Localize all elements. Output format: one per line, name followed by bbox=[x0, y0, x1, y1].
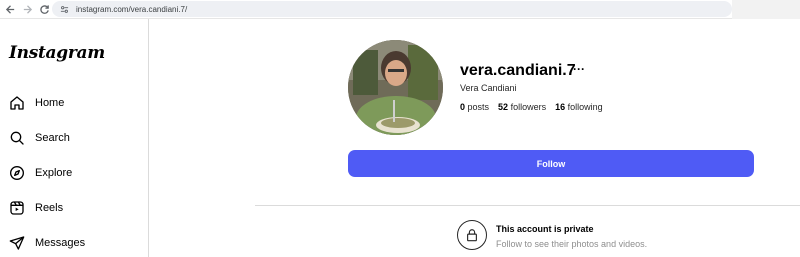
sidebar-item-label: Explore bbox=[35, 167, 73, 179]
followers-stat[interactable]: 52 followers bbox=[498, 102, 546, 112]
address-url: instagram.com/vera.candiani.7/ bbox=[76, 4, 188, 14]
profile-stats: 0 posts 52 followers 16 following bbox=[460, 102, 612, 112]
browser-extension-area bbox=[732, 0, 800, 19]
reels-icon bbox=[9, 200, 25, 216]
followers-count: 52 bbox=[498, 102, 509, 112]
follow-button[interactable]: Follow bbox=[348, 150, 754, 177]
private-account-subtitle: Follow to see their photos and videos. bbox=[496, 239, 648, 249]
sidebar-item-search[interactable]: Search bbox=[9, 127, 70, 149]
followers-label: followers bbox=[510, 102, 547, 112]
profile-full-name: Vera Candiani bbox=[460, 83, 517, 93]
following-stat[interactable]: 16 following bbox=[555, 102, 603, 112]
profile-username: vera.candiani.7 bbox=[460, 62, 576, 79]
browser-toolbar: instagram.com/vera.candiani.7/ bbox=[0, 0, 800, 19]
posts-label: posts bbox=[467, 102, 490, 112]
forward-arrow-icon[interactable] bbox=[20, 2, 34, 16]
posts-stat: 0 posts bbox=[460, 102, 489, 112]
divider bbox=[255, 205, 800, 206]
profile-avatar[interactable] bbox=[348, 40, 443, 135]
back-arrow-icon[interactable] bbox=[3, 2, 17, 16]
sidebar-item-label: Reels bbox=[35, 202, 64, 214]
send-icon bbox=[9, 235, 25, 251]
search-icon bbox=[9, 130, 25, 146]
reload-icon[interactable] bbox=[37, 2, 51, 16]
following-label: following bbox=[567, 102, 603, 112]
sidebar-item-label: Home bbox=[35, 97, 65, 109]
sidebar-item-reels[interactable]: Reels bbox=[9, 197, 63, 219]
sidebar-item-explore[interactable]: Explore bbox=[9, 162, 72, 184]
sidebar: Instagram Home Search Explore Reels Mess… bbox=[0, 19, 149, 257]
sidebar-item-messages[interactable]: Messages bbox=[9, 232, 85, 254]
posts-count: 0 bbox=[460, 102, 466, 112]
instagram-logo[interactable]: Instagram bbox=[9, 43, 105, 63]
address-bar[interactable]: instagram.com/vera.candiani.7/ bbox=[52, 1, 732, 17]
sidebar-item-home[interactable]: Home bbox=[9, 92, 64, 114]
sidebar-item-label: Search bbox=[35, 132, 70, 144]
lock-icon bbox=[457, 220, 487, 250]
more-options-button[interactable]: ··· bbox=[573, 62, 585, 76]
private-account-title: This account is private bbox=[496, 224, 594, 234]
home-icon bbox=[9, 95, 25, 111]
sidebar-item-label: Messages bbox=[35, 237, 86, 249]
compass-icon bbox=[9, 165, 25, 181]
following-count: 16 bbox=[555, 102, 566, 112]
site-info-icon[interactable] bbox=[60, 5, 69, 14]
